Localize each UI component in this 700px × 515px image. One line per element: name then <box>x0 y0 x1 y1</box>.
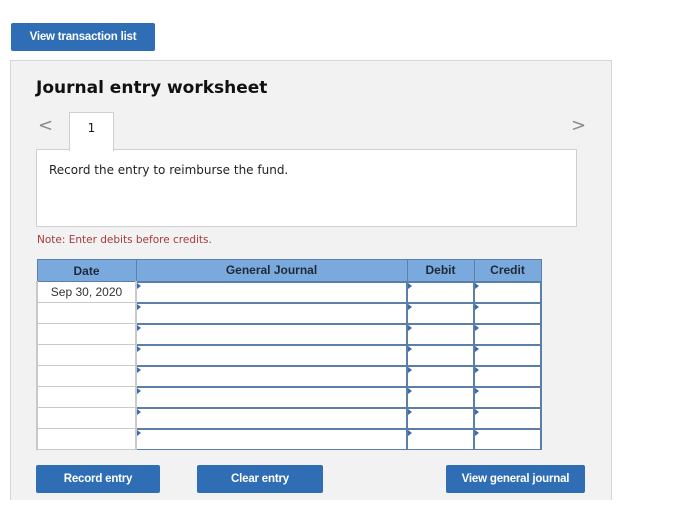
account-input-cell[interactable] <box>135 364 408 387</box>
credit-input-cell[interactable] <box>473 406 542 429</box>
header-date: Date <box>36 259 137 282</box>
view-general-journal-button[interactable]: View general journal <box>446 465 585 493</box>
date-cell <box>36 323 137 345</box>
table-row <box>36 322 542 345</box>
table-row <box>36 343 542 366</box>
entry-description: Record the entry to reimburse the fund. <box>49 163 289 177</box>
account-input-cell[interactable] <box>135 406 408 429</box>
journal-table: Date General Journal Debit Credit Sep 30… <box>36 259 542 450</box>
account-input-cell[interactable] <box>135 301 408 324</box>
date-cell: Sep 30, 2020 <box>36 281 137 303</box>
credit-input-cell[interactable] <box>473 301 542 324</box>
debit-input-cell[interactable] <box>406 280 475 303</box>
credit-input-cell[interactable] <box>473 280 542 303</box>
date-cell <box>36 407 137 429</box>
credit-input-cell[interactable] <box>473 427 542 450</box>
table-header-row: Date General Journal Debit Credit <box>36 259 542 282</box>
debit-input-cell[interactable] <box>406 364 475 387</box>
debit-input-cell[interactable] <box>406 385 475 408</box>
date-cell <box>36 302 137 324</box>
debit-input-cell[interactable] <box>406 406 475 429</box>
chevron-left-icon[interactable]: < <box>38 117 53 135</box>
table-row: Sep 30, 2020 <box>36 280 542 303</box>
account-input-cell[interactable] <box>135 343 408 366</box>
debit-input-cell[interactable] <box>406 427 475 450</box>
debit-input-cell[interactable] <box>406 301 475 324</box>
page-title: Journal entry worksheet <box>36 78 268 98</box>
credit-input-cell[interactable] <box>473 322 542 345</box>
chevron-right-icon[interactable]: > <box>571 117 586 135</box>
table-row <box>36 427 542 450</box>
date-cell <box>36 428 137 450</box>
date-cell <box>36 386 137 408</box>
account-input-cell[interactable] <box>135 322 408 345</box>
credit-input-cell[interactable] <box>473 343 542 366</box>
date-cell <box>36 344 137 366</box>
account-input-cell[interactable] <box>135 385 408 408</box>
tab-1[interactable]: 1 <box>69 112 114 151</box>
header-debit: Debit <box>406 259 475 282</box>
entry-description-box: Record the entry to reimburse the fund. <box>36 149 577 227</box>
credit-input-cell[interactable] <box>473 364 542 387</box>
table-row <box>36 406 542 429</box>
debit-input-cell[interactable] <box>406 343 475 366</box>
account-input-cell[interactable] <box>135 280 408 303</box>
header-general-journal: General Journal <box>135 259 408 282</box>
table-row <box>36 364 542 387</box>
debit-input-cell[interactable] <box>406 322 475 345</box>
note-text: Note: Enter debits before credits. <box>37 234 212 246</box>
account-input-cell[interactable] <box>135 427 408 450</box>
table-row <box>36 301 542 324</box>
credit-input-cell[interactable] <box>473 385 542 408</box>
clear-entry-button[interactable]: Clear entry <box>197 465 323 493</box>
view-transaction-list-button[interactable]: View transaction list <box>11 23 155 51</box>
table-row <box>36 385 542 408</box>
record-entry-button[interactable]: Record entry <box>36 465 160 493</box>
date-cell <box>36 365 137 387</box>
header-credit: Credit <box>473 259 542 282</box>
